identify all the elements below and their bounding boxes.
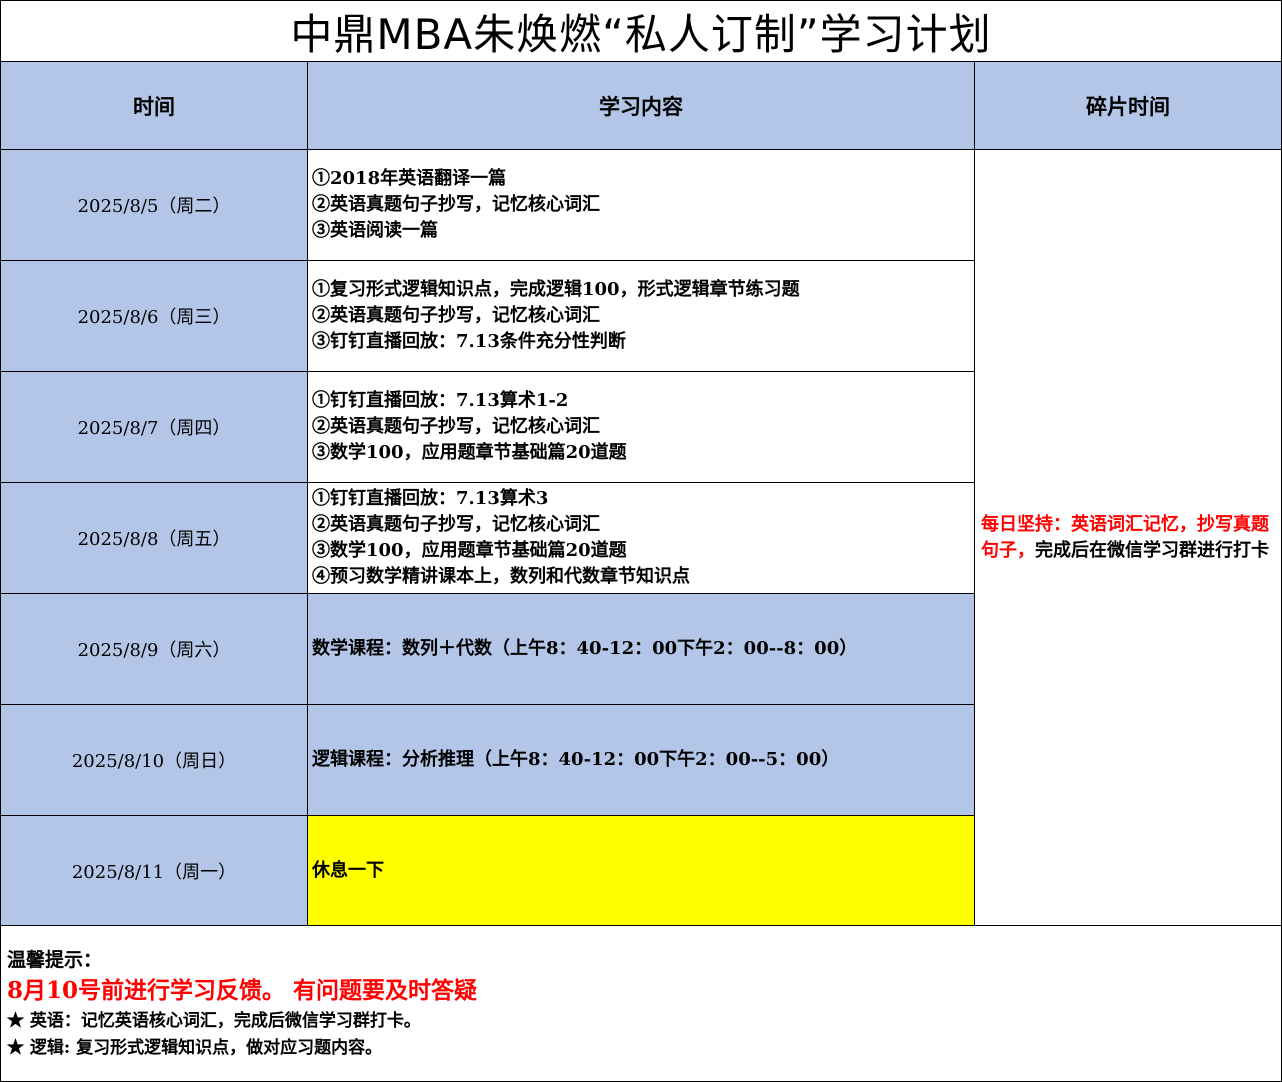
date-cell: 2025/8/5（周二） <box>0 149 308 261</box>
content-line: ③数学100，应用题章节基础篇20道题 <box>312 442 627 463</box>
content-cell: 数学课程：数列＋代数（上午8：40-12：00下午2：00--8：00） <box>307 593 975 705</box>
date-cell: 2025/8/7（周四） <box>0 371 308 483</box>
header-time: 时间 <box>0 61 308 150</box>
header-fragment: 碎片时间 <box>974 61 1282 150</box>
fragment-cell: 每日坚持：英语词汇记忆，抄写真题句子，完成后在微信学习群进行打卡 <box>974 149 1282 926</box>
content-line: 数学课程：数列＋代数（上午8：40-12：00下午2：00--8：00） <box>312 638 858 659</box>
content-line: ③钉钉直播回放：7.13条件充分性判断 <box>312 331 626 352</box>
notes-item: ★ 英语：记忆英语核心词汇，完成后微信学习群打卡。 <box>7 1011 421 1031</box>
notes-section: 温馨提示： 8月10号前进行学习反馈。 有问题要及时答疑 ★ 英语：记忆英语核心… <box>0 925 1282 1082</box>
content-line: ①钉钉直播回放：7.13算术1-2 <box>312 390 569 411</box>
content-line: 逻辑课程：分析推理（上午8：40-12：00下午2：00--5：00） <box>312 749 840 770</box>
date-cell: 2025/8/8（周五） <box>0 482 308 594</box>
date-cell: 2025/8/9（周六） <box>0 593 308 705</box>
content-line: ①复习形式逻辑知识点，完成逻辑100，形式逻辑章节练习题 <box>312 279 800 300</box>
content-line: ②英语真题句子抄写，记忆核心词汇 <box>312 514 600 535</box>
content-cell: ①钉钉直播回放：7.13算术1-2 ②英语真题句子抄写，记忆核心词汇 ③数学10… <box>307 371 975 483</box>
content-cell: ①2018年英语翻译一篇 ②英语真题句子抄写，记忆核心词汇 ③英语阅读一篇 <box>307 149 975 261</box>
content-line: 休息一下 <box>312 859 384 881</box>
content-line: ④预习数学精讲课本上，数列和代数章节知识点 <box>312 566 690 587</box>
content-line: ②英语真题句子抄写，记忆核心词汇 <box>312 305 600 326</box>
date-cell: 2025/8/11（周一） <box>0 815 308 926</box>
notes-title: 温馨提示： <box>7 949 103 971</box>
notes-deadline: 8月10号前进行学习反馈。 有问题要及时答疑 <box>7 977 478 1004</box>
study-plan-sheet: 中鼎MBA朱焕燃“私人订制”学习计划 时间 学习内容 碎片时间 2025/8/5… <box>0 0 1282 1082</box>
notes-item: ★ 逻辑: 复习形式逻辑知识点，做对应习题内容。 <box>7 1038 383 1058</box>
header-content: 学习内容 <box>307 61 975 150</box>
date-cell: 2025/8/6（周三） <box>0 260 308 372</box>
content-cell: 休息一下 <box>307 815 975 926</box>
content-line: ①钉钉直播回放：7.13算术3 <box>312 488 549 509</box>
content-line: ②英语真题句子抄写，记忆核心词汇 <box>312 416 600 437</box>
content-cell: ①复习形式逻辑知识点，完成逻辑100，形式逻辑章节练习题 ②英语真题句子抄写，记… <box>307 260 975 372</box>
content-line: ③数学100，应用题章节基础篇20道题 <box>312 540 627 561</box>
content-line: ②英语真题句子抄写，记忆核心词汇 <box>312 194 600 215</box>
fragment-text: 每日坚持：英语词汇记忆，抄写真题句子，完成后在微信学习群进行打卡 <box>981 512 1275 564</box>
date-cell: 2025/8/10（周日） <box>0 704 308 816</box>
content-cell: 逻辑课程：分析推理（上午8：40-12：00下午2：00--5：00） <box>307 704 975 816</box>
content-line: ①2018年英语翻译一篇 <box>312 168 507 189</box>
fragment-black-text: 完成后在微信学习群进行打卡 <box>1035 539 1269 561</box>
content-line: ③英语阅读一篇 <box>312 220 438 241</box>
content-cell: ①钉钉直播回放：7.13算术3 ②英语真题句子抄写，记忆核心词汇 ③数学100，… <box>307 482 975 594</box>
page-title: 中鼎MBA朱焕燃“私人订制”学习计划 <box>0 0 1282 62</box>
